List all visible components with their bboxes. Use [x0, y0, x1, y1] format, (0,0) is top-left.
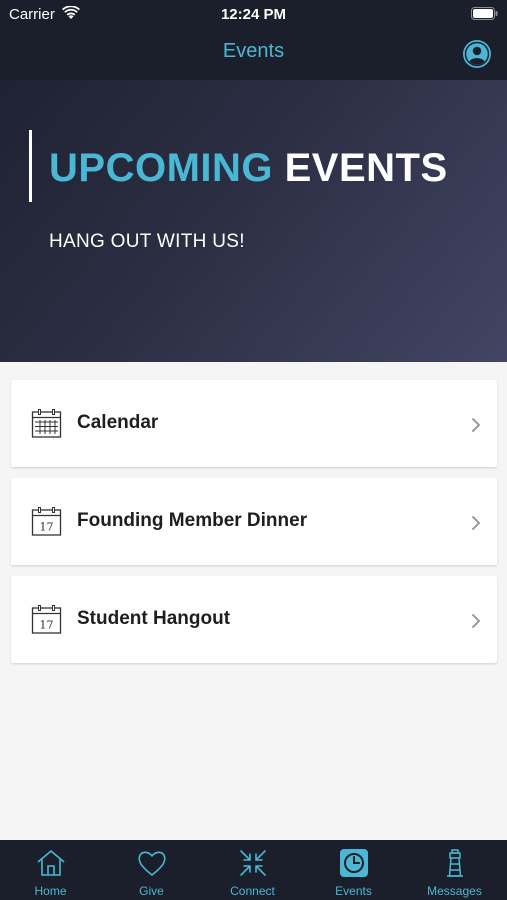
chevron-right-icon — [472, 516, 480, 530]
calendar-day-number: 17 — [40, 521, 54, 534]
calendar-day-number: 17 — [40, 619, 54, 632]
chevron-right-icon — [472, 614, 480, 628]
lighthouse-icon — [447, 849, 463, 877]
heart-icon — [138, 851, 166, 876]
list-item-founding-member-dinner[interactable]: 17 Founding Member Dinner — [11, 478, 497, 565]
calendar-day-icon: 17 — [31, 605, 62, 634]
tab-label: Give — [139, 884, 164, 898]
tab-label: Connect — [230, 884, 275, 898]
hero-title: UPCOMING EVENTS — [49, 146, 448, 191]
tab-connect[interactable]: Connect — [202, 840, 303, 900]
profile-icon[interactable] — [463, 40, 491, 68]
tab-bar: Home Give Connect Events Messages — [0, 840, 507, 900]
tab-label: Home — [34, 884, 67, 898]
home-icon — [37, 850, 65, 876]
list-item-calendar[interactable]: Calendar — [11, 380, 497, 467]
hero-accent-bar — [29, 130, 32, 202]
hero-subtitle: HANG OUT WITH US! — [49, 231, 245, 252]
hero-title-accent: UPCOMING — [49, 146, 273, 190]
tab-home[interactable]: Home — [0, 840, 101, 900]
hero-title-plain: EVENTS — [284, 146, 448, 190]
tab-events[interactable]: Events — [303, 840, 404, 900]
status-bar: Carrier 12:24 PM — [0, 0, 507, 30]
events-list: Calendar 17 Founding Member Dinner 17 St… — [11, 380, 497, 674]
tab-give[interactable]: Give — [101, 840, 202, 900]
hero-banner: UPCOMING EVENTS HANG OUT WITH US! — [0, 80, 507, 362]
calendar-day-icon: 17 — [31, 507, 62, 536]
tab-label: Events — [335, 884, 372, 898]
list-item-label: Student Hangout — [77, 608, 231, 629]
list-item-label: Founding Member Dinner — [77, 510, 308, 531]
clock-icon — [340, 849, 368, 877]
arrows-in-icon — [240, 850, 266, 876]
page-title: Events — [222, 40, 285, 62]
list-item-label: Calendar — [77, 412, 159, 433]
chevron-right-icon — [472, 418, 480, 432]
status-time: 12:24 PM — [220, 6, 287, 23]
tab-label: Messages — [427, 884, 482, 898]
battery-icon — [471, 7, 498, 20]
list-item-student-hangout[interactable]: 17 Student Hangout — [11, 576, 497, 663]
calendar-grid-icon — [31, 409, 62, 438]
tab-messages[interactable]: Messages — [404, 840, 505, 900]
